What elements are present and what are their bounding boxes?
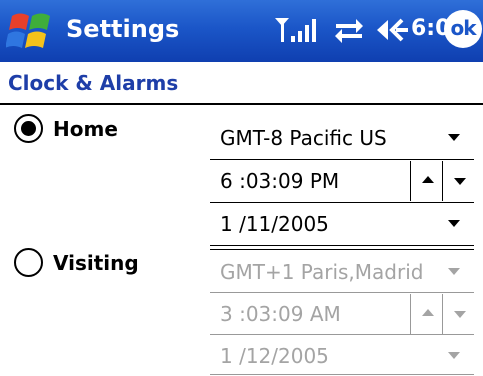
divider [210,374,474,375]
chevron-down-icon[interactable] [448,268,460,275]
spin-down-icon[interactable] [443,294,474,334]
radio-selected-dot [21,121,36,136]
visiting-date-dropdown[interactable]: 1 /12/2005 [210,336,474,376]
visiting-radio-label: Visiting [53,250,139,275]
windows-start-icon[interactable] [6,8,58,54]
signal-icon[interactable] [271,12,323,48]
title-bar: Settings 6:03 ok [0,0,483,62]
page-title: Clock & Alarms [8,71,179,95]
divider [210,334,474,335]
divider [210,249,474,250]
heading-divider [0,103,483,105]
visiting-timezone-value: GMT+1 Paris,Madrid [220,260,424,284]
sync-icon[interactable] [332,12,366,48]
home-radio-circle[interactable] [14,114,43,143]
visiting-radio-circle[interactable] [14,248,43,277]
divider [210,202,474,203]
home-radio[interactable]: Home [14,114,118,143]
divider [210,292,474,293]
visiting-timezone-dropdown[interactable]: GMT+1 Paris,Madrid [210,252,474,292]
home-timezone-dropdown[interactable]: GMT-8 Pacific US [210,118,474,158]
spin-down-icon[interactable] [443,161,474,201]
window-title: Settings [66,15,180,43]
divider [210,159,474,160]
visiting-date-value: 1 /12/2005 [220,344,329,368]
home-time-spinner[interactable] [410,161,474,201]
home-radio-label: Home [53,116,118,141]
chevron-down-icon[interactable] [448,134,460,141]
chevron-down-icon[interactable] [448,352,460,359]
home-date-value: 1 /11/2005 [220,212,329,236]
visiting-time-field[interactable]: 3 :03:09 AM [210,294,474,334]
visiting-time-spinner[interactable] [410,294,474,334]
spin-up-icon[interactable] [411,161,443,201]
visiting-time-value: 3 :03:09 AM [220,302,341,326]
spin-up-icon[interactable] [411,294,443,334]
home-timezone-value: GMT-8 Pacific US [220,126,387,150]
volume-icon[interactable] [374,12,410,48]
home-date-dropdown[interactable]: 1 /11/2005 [210,204,474,244]
chevron-down-icon[interactable] [448,220,460,227]
home-time-field[interactable]: 6 :03:09 PM [210,161,474,201]
divider [210,245,474,246]
home-time-value: 6 :03:09 PM [220,169,340,193]
ok-button[interactable]: ok [444,10,482,48]
visiting-radio[interactable]: Visiting [14,248,139,277]
